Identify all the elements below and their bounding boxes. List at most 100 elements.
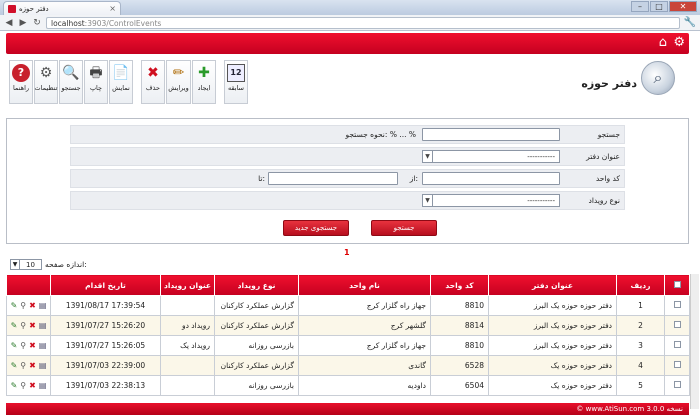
row-checkbox[interactable] bbox=[673, 341, 681, 348]
view-row-icon[interactable]: ▤ bbox=[39, 341, 47, 350]
help-button[interactable]: ? راهنما bbox=[9, 60, 33, 104]
unit-name-cell: داودیه bbox=[298, 375, 431, 396]
delete-row-icon[interactable]: ✖ bbox=[29, 341, 36, 350]
row-number-header: ردیف bbox=[616, 274, 665, 296]
page-size-label: اندازه صفحه: bbox=[45, 260, 87, 269]
edit-row-icon[interactable]: ✎ bbox=[11, 321, 18, 330]
action-date-header[interactable]: تاریخ اقدام bbox=[50, 274, 161, 296]
search-button[interactable]: جستجو bbox=[371, 220, 437, 236]
office-title-header[interactable]: عنوان دفتر bbox=[488, 274, 617, 296]
search-button[interactable]: 🔍 جستجو bbox=[59, 60, 83, 104]
row-checkbox[interactable] bbox=[673, 361, 681, 368]
print-label: چاپ bbox=[89, 84, 103, 92]
table-row[interactable]: ✎ ⚲ ✖ ▤ 1391/07/03 22:38:13 بازرسی روزانه داود… bbox=[6, 375, 690, 396]
row-checkbox[interactable] bbox=[673, 301, 681, 308]
browser-tabstrip: دفتر حوزه × – □ ✕ bbox=[0, 0, 700, 15]
view-row-icon[interactable]: ▤ bbox=[39, 301, 47, 310]
page-number-link[interactable]: 1 bbox=[344, 248, 350, 257]
office-title-select[interactable]: ▼ ----------- bbox=[422, 150, 560, 163]
wrench-icon[interactable]: 🔧 bbox=[684, 17, 696, 28]
edit-row-icon[interactable]: ✎ bbox=[11, 341, 18, 350]
unit-code-from-input[interactable] bbox=[422, 172, 560, 185]
lookup-row-icon[interactable]: ⚲ bbox=[20, 341, 26, 350]
forward-icon[interactable]: ▶ bbox=[18, 18, 28, 28]
lookup-row-icon[interactable]: ⚲ bbox=[20, 321, 26, 330]
select-all-header[interactable] bbox=[664, 274, 690, 296]
home-icon[interactable]: ⌂ bbox=[659, 36, 667, 50]
view-row-icon[interactable]: ▤ bbox=[39, 361, 47, 370]
minimize-button[interactable]: – bbox=[631, 1, 649, 12]
lookup-row-icon[interactable]: ⚲ bbox=[20, 301, 26, 310]
settings-icon[interactable]: ⚙ bbox=[673, 36, 685, 50]
row-checkbox[interactable] bbox=[673, 321, 681, 328]
tab-close-icon[interactable]: × bbox=[109, 4, 116, 13]
reload-icon[interactable]: ↻ bbox=[32, 18, 42, 28]
history-icon: 12 bbox=[227, 64, 245, 82]
select-all-checkbox[interactable] bbox=[673, 280, 681, 288]
row-number-cell: 5 bbox=[616, 375, 665, 396]
delete-row-icon[interactable]: ✖ bbox=[29, 361, 36, 370]
url-host: localhost bbox=[51, 18, 85, 28]
print-button[interactable]: 🖶 چاپ bbox=[84, 60, 108, 104]
row-checkbox[interactable] bbox=[673, 381, 681, 388]
row-actions: ✎ ⚲ ✖ ▤ bbox=[6, 375, 51, 396]
search-row-query: جستجو نحوه جستجو: % ... % bbox=[70, 125, 625, 144]
row-select-cell bbox=[664, 295, 690, 316]
page-size-select[interactable]: ▼ 10 bbox=[10, 259, 42, 270]
window-controls: – □ ✕ bbox=[631, 1, 697, 12]
view-button[interactable]: 📄 نمایش bbox=[109, 60, 133, 104]
unit-code-to-label: تا: bbox=[258, 174, 265, 183]
url-input[interactable]: localhost:3903/ControlEvents bbox=[46, 16, 680, 29]
unit-name-cell: جهاز راه گلزار کرج bbox=[298, 295, 431, 316]
scrollbar[interactable] bbox=[690, 274, 699, 409]
url-path: :3903/ControlEvents bbox=[84, 18, 162, 28]
lookup-row-icon[interactable]: ⚲ bbox=[20, 381, 26, 390]
edit-row-icon[interactable]: ✎ bbox=[11, 381, 18, 390]
table-row[interactable]: ✎ ⚲ ✖ ▤ 1391/08/17 17:39:54 گزارش عملکرد کارک… bbox=[6, 295, 690, 316]
action-date-cell: 1391/07/03 22:39:00 bbox=[50, 355, 161, 376]
office-title-cell: دفتر حوزه حوزه یک bbox=[488, 375, 617, 396]
event-title-cell bbox=[160, 295, 215, 316]
delete-button[interactable]: ✖ حذف bbox=[141, 60, 165, 104]
print-icon: 🖶 bbox=[89, 65, 103, 81]
row-select-cell bbox=[664, 315, 690, 336]
back-icon[interactable]: ◀ bbox=[4, 18, 14, 28]
search-query-input[interactable] bbox=[422, 128, 560, 141]
view-row-icon[interactable]: ▤ bbox=[39, 381, 47, 390]
action-date-cell: 1391/07/27 15:26:05 bbox=[50, 335, 161, 356]
search-row-office: عنوان دفتر ▼ ----------- bbox=[70, 147, 625, 166]
unit-code-from-label: از: bbox=[409, 174, 418, 183]
maximize-button[interactable]: □ bbox=[650, 1, 668, 12]
event-title-header[interactable]: عنوان رویداد bbox=[160, 274, 215, 296]
unit-code-header[interactable]: کد واحد bbox=[430, 274, 489, 296]
event-type-select[interactable]: ▼ ----------- bbox=[422, 194, 560, 207]
event-type-header[interactable]: نوع رویداد bbox=[214, 274, 299, 296]
window-close-button[interactable]: ✕ bbox=[669, 1, 697, 12]
view-row-icon[interactable]: ▤ bbox=[39, 321, 47, 330]
new-search-button[interactable]: جستجوی جدید bbox=[283, 220, 349, 236]
settings-button[interactable]: ⚙ تنظیمات bbox=[34, 60, 58, 104]
table-row[interactable]: ✎ ⚲ ✖ ▤ 1391/07/03 22:39:00 گزارش عملکرد کارک… bbox=[6, 355, 690, 376]
page-size-control: ▼ 10 اندازه صفحه: bbox=[10, 259, 87, 270]
lookup-row-icon[interactable]: ⚲ bbox=[20, 361, 26, 370]
row-number-cell: 1 bbox=[616, 295, 665, 316]
table-row[interactable]: ✎ ⚲ ✖ ▤ 1391/07/27 15:26:20 رویداد دو گزارش عم… bbox=[6, 315, 690, 336]
table-row[interactable]: ✎ ⚲ ✖ ▤ 1391/07/27 15:26:05 رویداد یک بازرسی ر… bbox=[6, 335, 690, 356]
page-title: دفتر حوزه bbox=[581, 77, 637, 90]
unit-name-header[interactable]: نام واحد bbox=[298, 274, 431, 296]
delete-row-icon[interactable]: ✖ bbox=[29, 321, 36, 330]
create-button[interactable]: ✚ ایجاد bbox=[192, 60, 216, 104]
action-date-cell: 1391/07/03 22:38:13 bbox=[50, 375, 161, 396]
edit-row-icon[interactable]: ✎ bbox=[11, 361, 18, 370]
chevron-down-icon: ▼ bbox=[423, 151, 433, 162]
edit-row-icon[interactable]: ✎ bbox=[11, 301, 18, 310]
browser-tab[interactable]: دفتر حوزه × bbox=[3, 1, 121, 15]
delete-row-icon[interactable]: ✖ bbox=[29, 381, 36, 390]
delete-row-icon[interactable]: ✖ bbox=[29, 301, 36, 310]
event-title-cell: رویداد دو bbox=[160, 315, 215, 336]
edit-button[interactable]: ✏ ویرایش bbox=[166, 60, 191, 104]
event-type-cell: گزارش عملکرد کارکنان bbox=[214, 315, 299, 336]
unit-code-to-input[interactable] bbox=[268, 172, 398, 185]
history-button[interactable]: 12 سابقه bbox=[224, 60, 248, 104]
address-bar: ◀ ▶ ↻ localhost:3903/ControlEvents 🔧 bbox=[0, 15, 700, 31]
